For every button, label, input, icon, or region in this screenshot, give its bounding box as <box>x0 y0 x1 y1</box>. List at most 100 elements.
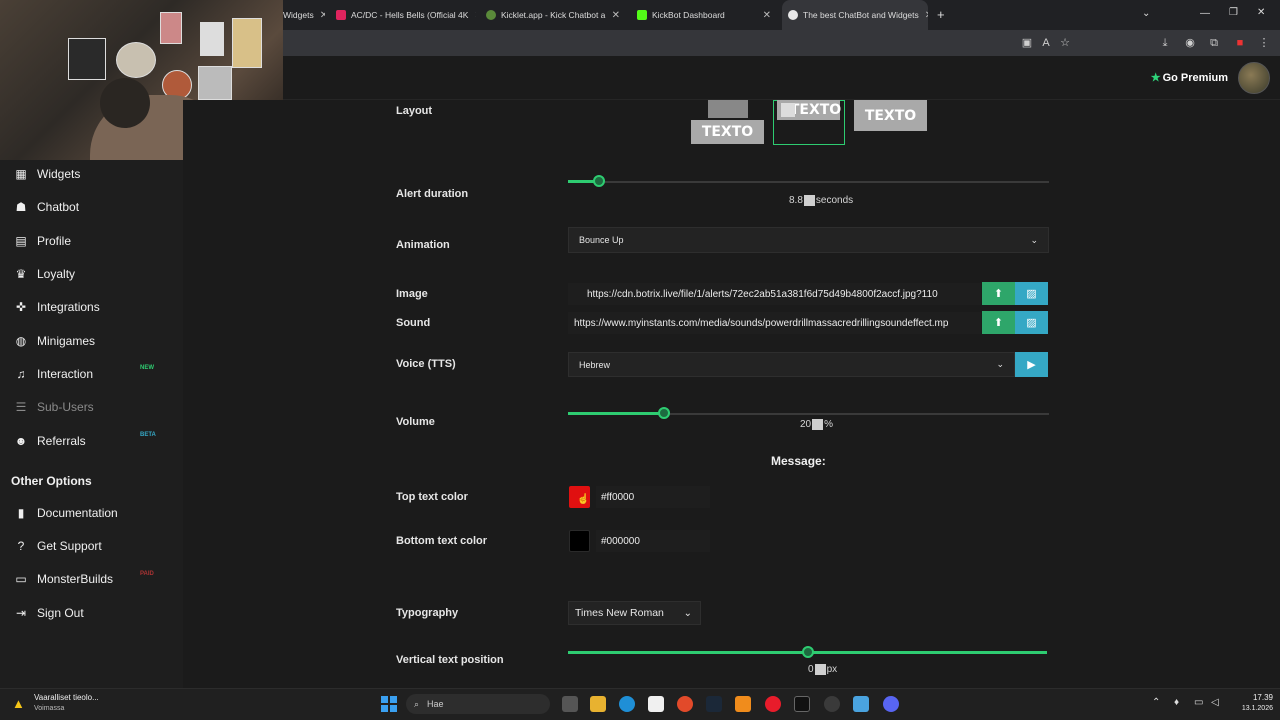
animation-select[interactable]: Bounce Up ⌄ <box>568 227 1049 253</box>
sidebar-item-interaction[interactable]: ♫ Interaction <box>14 367 94 381</box>
app-icon[interactable] <box>853 696 869 712</box>
tab-search-icon[interactable]: ⌄ <box>1142 8 1150 19</box>
download-icon[interactable]: ⤓ <box>1158 36 1172 50</box>
window-close-icon[interactable]: ✕ <box>1257 7 1265 18</box>
discord-icon[interactable] <box>883 696 899 712</box>
edge-icon[interactable] <box>619 696 635 712</box>
sidebar-item-label: Widgets <box>37 167 81 181</box>
image-gallery-button[interactable]: ▨ <box>1015 282 1048 305</box>
translate-icon[interactable]: A <box>1039 36 1053 50</box>
sidebar-item-monsterbuilds[interactable]: ▭ MonsterBuilds <box>14 572 113 586</box>
vertical-position-unit: px <box>826 664 838 676</box>
sidebar-item-sign-out[interactable]: ⇥ Sign Out <box>14 606 84 620</box>
sidebar-item-sub-users: ☰ Sub-Users <box>14 400 94 414</box>
browser-tab[interactable]: KickBot Dashboard ✕ <box>637 0 777 30</box>
taskbar-search[interactable]: ⌕ Hae <box>406 694 550 714</box>
question-icon: ? <box>17 539 25 553</box>
gallery-icon: ▨ <box>1026 288 1037 300</box>
sidebar-item-documentation[interactable]: ▮ Documentation <box>14 506 118 520</box>
screenshot-icon[interactable]: ▣ <box>1020 36 1034 50</box>
chrome-icon[interactable] <box>824 696 840 712</box>
sidebar-item-referrals[interactable]: ☻ Referrals <box>14 434 86 448</box>
close-tab-icon[interactable]: ✕ <box>919 10 928 21</box>
spinner-icon[interactable] <box>814 664 826 675</box>
sidebar-item-widgets[interactable]: ▦ Widgets <box>14 167 80 181</box>
sidebar-item-chatbot[interactable]: ☗ Chatbot <box>14 200 79 214</box>
minimize-icon[interactable]: — <box>1200 8 1210 19</box>
tab-title: Widgets <box>283 10 314 20</box>
top-text-color-input[interactable]: #ff0000 <box>596 486 710 508</box>
opera-icon[interactable] <box>765 696 781 712</box>
poster-image <box>232 18 262 68</box>
close-tab-icon[interactable]: ✕ <box>757 10 777 21</box>
sound-gallery-button[interactable]: ▨ <box>1015 311 1048 334</box>
new-tab-icon[interactable]: + <box>937 7 945 22</box>
windows-start-icon[interactable] <box>381 696 397 712</box>
microphone-icon[interactable]: ♦ <box>1174 697 1179 708</box>
extension-red-icon[interactable]: ■ <box>1233 36 1247 50</box>
volume-readout: 20% <box>800 419 833 430</box>
star-icon: ★ <box>1150 72 1161 84</box>
sidebar-item-loyalty[interactable]: ♛ Loyalty <box>14 267 75 281</box>
close-tab-icon[interactable]: ✕ <box>606 10 626 21</box>
clock-time[interactable]: 17.39 <box>1233 693 1273 702</box>
sound-upload-button[interactable]: ⬆ <box>982 311 1015 334</box>
browser-tab-active[interactable]: The best ChatBot and Widgets ✕ <box>782 0 928 30</box>
voice-select[interactable]: Hebrew ⌄ <box>568 352 1015 377</box>
botrix-icon <box>788 10 798 20</box>
speaker-icon[interactable]: ◁ <box>1211 697 1219 708</box>
sound-label: Sound <box>396 317 431 329</box>
volume-slider-handle[interactable] <box>658 407 670 419</box>
store-icon[interactable] <box>648 696 664 712</box>
image-url-input[interactable]: https://cdn.botrix.live/file/1/alerts/72… <box>568 283 981 305</box>
task-view-icon[interactable] <box>562 696 578 712</box>
maximize-icon[interactable]: ❐ <box>1229 7 1238 18</box>
notification-title[interactable]: Vaaralliset tieolo... <box>34 693 99 702</box>
sidebar-item-minigames[interactable]: ◍ Minigames <box>14 334 95 348</box>
profile-icon[interactable]: ◉ <box>1183 36 1197 50</box>
close-tab-icon[interactable]: ✕ <box>468 10 476 21</box>
go-premium-link[interactable]: ★ Go Premium <box>1151 71 1228 84</box>
close-tab-icon[interactable]: ✕ <box>314 10 325 21</box>
terminal-icon[interactable] <box>794 696 810 712</box>
warning-icon[interactable]: ▲ <box>12 696 28 711</box>
volume-unit: % <box>824 419 834 431</box>
browser-tab[interactable]: AC/DC - Hells Bells (Official 4K ✕ <box>336 0 476 30</box>
volume-label: Volume <box>396 416 435 428</box>
alert-duration-slider-handle[interactable] <box>593 175 605 187</box>
play-icon: ▶ <box>1027 359 1036 371</box>
spinner-icon[interactable] <box>812 419 824 430</box>
chevron-down-icon: ⌄ <box>1030 234 1038 245</box>
browser-tab[interactable]: Widgets ✕ <box>283 0 325 30</box>
voice-label: Voice (TTS) <box>396 358 456 370</box>
sound-url-input[interactable]: https://www.myinstants.com/media/sounds/… <box>568 312 981 334</box>
bookmark-star-icon[interactable]: ☆ <box>1058 36 1072 50</box>
menu-dots-icon[interactable]: ⋮ <box>1257 36 1271 50</box>
extensions-icon[interactable]: ⧉ <box>1207 36 1221 50</box>
browser-icon[interactable] <box>677 696 693 712</box>
vertical-position-slider-handle[interactable] <box>802 646 814 658</box>
browser-tab[interactable]: Kicklet.app - Kick Chatbot a ✕ <box>486 0 626 30</box>
paid-badge: PAID <box>140 571 154 577</box>
typography-select[interactable]: Times New Roman ⌄ <box>568 601 701 625</box>
notification-sub: Voimassa <box>34 705 65 712</box>
voice-play-button[interactable]: ▶ <box>1015 352 1048 377</box>
alert-duration-track[interactable] <box>568 181 1049 183</box>
spinner-icon[interactable] <box>803 195 815 206</box>
layout-option-1[interactable]: TEXTO <box>691 120 764 144</box>
sidebar-item-integrations[interactable]: ✜ Integrations <box>14 300 100 314</box>
message-heading: Message: <box>771 454 826 468</box>
bottom-text-color-input[interactable]: #000000 <box>596 530 710 552</box>
sidebar-item-profile[interactable]: ▤ Profile <box>14 234 71 248</box>
file-explorer-icon[interactable] <box>590 696 606 712</box>
sidebar-item-get-support[interactable]: ? Get Support <box>14 539 102 553</box>
user-plus-icon: ☻ <box>14 434 28 448</box>
network-icon[interactable]: ▭ <box>1194 697 1203 708</box>
user-avatar[interactable] <box>1238 62 1270 94</box>
layout-option-3[interactable]: TEXTO <box>854 100 927 131</box>
tray-chevron-icon[interactable]: ⌃ <box>1152 697 1160 708</box>
steam-icon[interactable] <box>706 696 722 712</box>
image-upload-button[interactable]: ⬆ <box>982 282 1015 305</box>
bottom-text-color-swatch[interactable] <box>569 530 590 552</box>
vlc-icon[interactable] <box>735 696 751 712</box>
